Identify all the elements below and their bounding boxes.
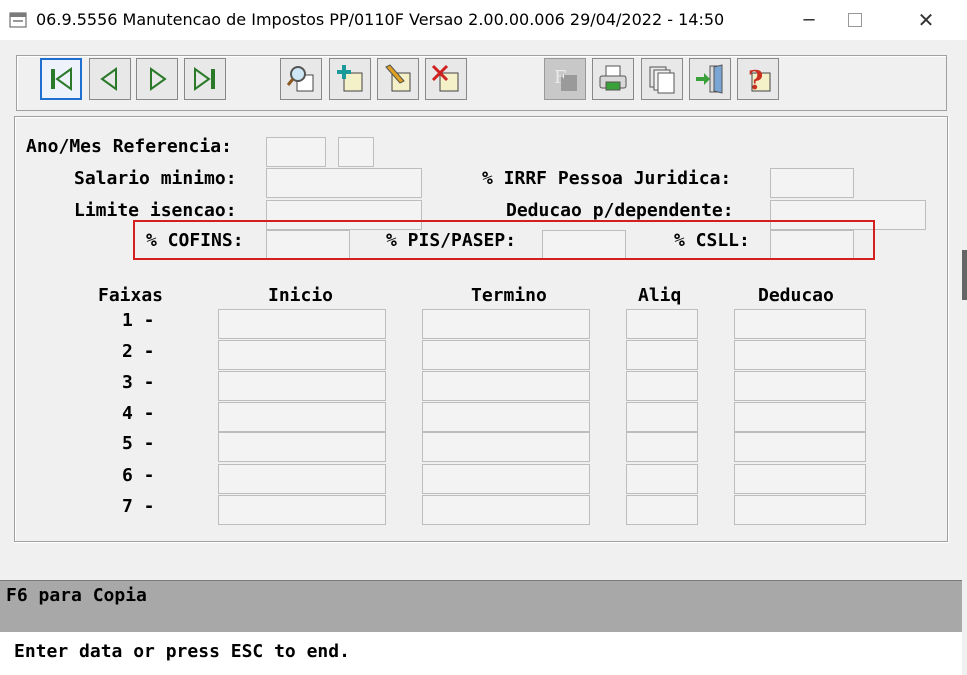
row-label: 6 - (122, 465, 155, 486)
mes-field[interactable] (338, 137, 374, 167)
copy-icon (649, 66, 675, 94)
row-label: 2 - (122, 341, 155, 362)
faixas-header: Faixas (98, 285, 164, 306)
row-label: 5 - (122, 433, 155, 454)
deducao-field[interactable] (734, 309, 866, 339)
copy-button[interactable] (641, 58, 683, 100)
irrf-pessoa-juridica-field[interactable] (770, 168, 854, 198)
inicio-field[interactable] (218, 340, 386, 370)
deducao-field[interactable] (734, 432, 866, 462)
deducao-header: Deducao (758, 285, 834, 306)
help-button[interactable]: ? (737, 58, 779, 100)
deducao-field[interactable] (734, 371, 866, 401)
svg-text:?: ? (748, 66, 763, 95)
last-record-button[interactable] (184, 58, 226, 100)
termino-field[interactable] (422, 340, 590, 370)
title-bar: 06.9.5556 Manutencao de Impostos PP/0110… (0, 0, 967, 40)
aliq-field[interactable] (626, 340, 698, 370)
status-text: Enter data or press ESC to end. (14, 641, 350, 662)
edit-record-icon (385, 64, 411, 92)
message-bar: F6 para Copia (0, 580, 962, 633)
previous-record-icon (100, 67, 117, 91)
exit-icon (696, 64, 723, 94)
inicio-field[interactable] (218, 432, 386, 462)
inicio-field[interactable] (218, 309, 386, 339)
termino-field[interactable] (422, 402, 590, 432)
highlight-box (133, 220, 875, 260)
salario-minimo-field[interactable] (266, 168, 422, 198)
search-button[interactable] (280, 58, 322, 100)
minimize-button[interactable]: ─ (786, 0, 832, 40)
status-bar: Enter data or press ESC to end. (0, 632, 962, 675)
filter-icon: F (554, 67, 577, 91)
aliq-field[interactable] (626, 464, 698, 494)
exit-button[interactable] (689, 58, 731, 100)
close-icon: ✕ (917, 8, 935, 32)
aliq-field[interactable] (626, 402, 698, 432)
minimize-icon: ─ (803, 9, 815, 31)
delete-record-button[interactable] (425, 58, 467, 100)
limite-isencao-label: Limite isencao: (74, 200, 237, 221)
deducao-field[interactable] (734, 402, 866, 432)
deducao-field[interactable] (734, 340, 866, 370)
app-window-icon (9, 12, 27, 28)
inicio-header: Inicio (268, 285, 334, 306)
inicio-field[interactable] (218, 402, 386, 432)
termino-field[interactable] (422, 432, 590, 462)
deducao-dependente-label: Deducao p/dependente: (506, 200, 734, 221)
inicio-field[interactable] (218, 464, 386, 494)
inicio-field[interactable] (218, 371, 386, 401)
row-label: 7 - (122, 496, 155, 517)
print-icon (599, 65, 627, 91)
background-window-edge (962, 250, 967, 300)
termino-field[interactable] (422, 464, 590, 494)
termino-field[interactable] (422, 371, 590, 401)
filter-button[interactable]: F (544, 58, 586, 100)
termino-field[interactable] (422, 495, 590, 525)
next-record-button[interactable] (136, 58, 178, 100)
termino-header: Termino (471, 285, 547, 306)
client-area: F ? Ano/Mes Referencia: Salario minimo: … (0, 40, 967, 675)
aliq-field[interactable] (626, 432, 698, 462)
salario-minimo-label: Salario minimo: (74, 168, 237, 189)
edit-record-button[interactable] (377, 58, 419, 100)
deducao-field[interactable] (734, 464, 866, 494)
previous-record-button[interactable] (89, 58, 131, 100)
search-icon (286, 66, 314, 92)
maximize-button[interactable] (832, 0, 878, 40)
irrf-pessoa-juridica-label: % IRRF Pessoa Juridica: (482, 168, 732, 189)
row-label: 3 - (122, 372, 155, 393)
maximize-icon (848, 13, 862, 27)
next-record-icon (150, 67, 167, 91)
message-text: F6 para Copia (6, 585, 147, 606)
termino-field[interactable] (422, 309, 590, 339)
aliq-field[interactable] (626, 309, 698, 339)
add-record-button[interactable] (329, 58, 371, 100)
first-record-icon (51, 67, 72, 91)
aliq-field[interactable] (626, 371, 698, 401)
row-label: 1 - (122, 310, 155, 331)
delete-record-icon (431, 64, 459, 92)
row-label: 4 - (122, 403, 155, 424)
aliq-header: Aliq (638, 285, 682, 306)
ano-mes-label: Ano/Mes Referencia: (26, 136, 232, 157)
print-button[interactable] (592, 58, 634, 100)
last-record-icon (194, 67, 215, 91)
help-icon: ? (748, 66, 771, 95)
inicio-field[interactable] (218, 495, 386, 525)
close-button[interactable]: ✕ (903, 0, 949, 40)
window-title: 06.9.5556 Manutencao de Impostos PP/0110… (36, 10, 725, 29)
svg-text:F: F (554, 67, 567, 88)
ano-field[interactable] (266, 137, 326, 167)
deducao-field[interactable] (734, 495, 866, 525)
aliq-field[interactable] (626, 495, 698, 525)
first-record-button[interactable] (40, 58, 82, 100)
add-record-icon (337, 65, 363, 92)
